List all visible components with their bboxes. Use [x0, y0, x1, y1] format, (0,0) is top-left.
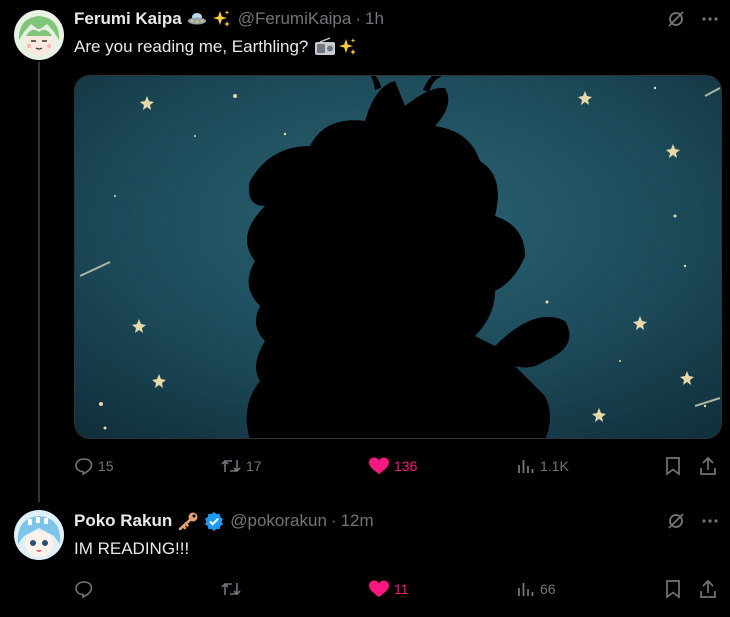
view-count: 66 [540, 581, 556, 597]
retweet-icon [221, 459, 241, 473]
tweet-media-image[interactable] [74, 75, 722, 439]
author-handle[interactable]: @FerumiKaipa [238, 9, 352, 29]
tweet-text: IM READING!!! [74, 539, 189, 559]
thread-line [38, 62, 40, 502]
avatar[interactable] [14, 10, 64, 60]
tweet-top-actions [666, 511, 720, 531]
sparkles-icon [212, 9, 232, 29]
tweet-actions: 11 66 [74, 579, 724, 603]
views-icon [518, 583, 534, 596]
heart-filled-icon [369, 580, 389, 597]
sparkles-icon [338, 37, 358, 57]
reply-button[interactable] [74, 579, 98, 599]
retweet-button[interactable]: 17 [220, 456, 262, 476]
tweet-header: Poko Rakun @pokorakun · 12m [74, 510, 374, 532]
radio-icon [314, 37, 336, 57]
timestamp[interactable]: 1h [365, 9, 384, 29]
reply-icon [75, 458, 93, 476]
author-name[interactable]: Poko Rakun [74, 511, 172, 531]
view-count: 1.1K [540, 458, 569, 474]
separator-dot: · [355, 9, 362, 28]
more-options-icon[interactable] [700, 9, 720, 29]
tweet-text-content: IM READING!!! [74, 539, 190, 558]
retweet-icon [221, 582, 241, 596]
separator-dot: · [330, 511, 337, 530]
share-icon [700, 579, 716, 598]
more-options-icon[interactable] [700, 511, 720, 531]
tweet-text-content: Are you reading me, Earthling? [74, 37, 309, 56]
verified-badge-icon [204, 511, 224, 531]
ufo-icon [187, 9, 207, 29]
heart-filled-icon [369, 457, 389, 474]
bookmark-button[interactable] [663, 456, 683, 476]
reply-button[interactable]: 15 [74, 456, 114, 476]
bookmark-icon [666, 580, 680, 599]
views-button[interactable]: 66 [516, 579, 556, 599]
share-button[interactable] [698, 456, 718, 476]
grok-icon[interactable] [666, 511, 686, 531]
bookmark-button[interactable] [663, 579, 683, 599]
retweet-button[interactable] [220, 579, 246, 599]
like-count: 11 [394, 581, 409, 597]
author-handle[interactable]: @pokorakun [230, 511, 327, 531]
author-name[interactable]: Ferumi Kaipa [74, 9, 182, 29]
reply-icon [75, 581, 93, 599]
tweet-header: Ferumi Kaipa @FerumiKaipa · 1h [74, 8, 384, 30]
tweet-actions: 15 17 136 1.1K [74, 456, 724, 480]
grok-icon[interactable] [666, 9, 686, 29]
retweet-count: 17 [246, 458, 262, 474]
bookmark-icon [666, 457, 680, 476]
share-icon [700, 456, 716, 475]
timestamp[interactable]: 12m [341, 511, 374, 531]
key-icon [177, 511, 199, 531]
like-count: 136 [394, 458, 418, 474]
reply-count: 15 [98, 458, 114, 474]
views-button[interactable]: 1.1K [516, 456, 569, 476]
avatar[interactable] [14, 510, 64, 560]
share-button[interactable] [698, 579, 718, 599]
views-icon [518, 460, 534, 473]
tweet-text: Are you reading me, Earthling? [74, 37, 358, 57]
tweet-top-actions [666, 9, 720, 29]
like-button[interactable]: 11 [368, 579, 409, 599]
like-button[interactable]: 136 [368, 456, 417, 476]
